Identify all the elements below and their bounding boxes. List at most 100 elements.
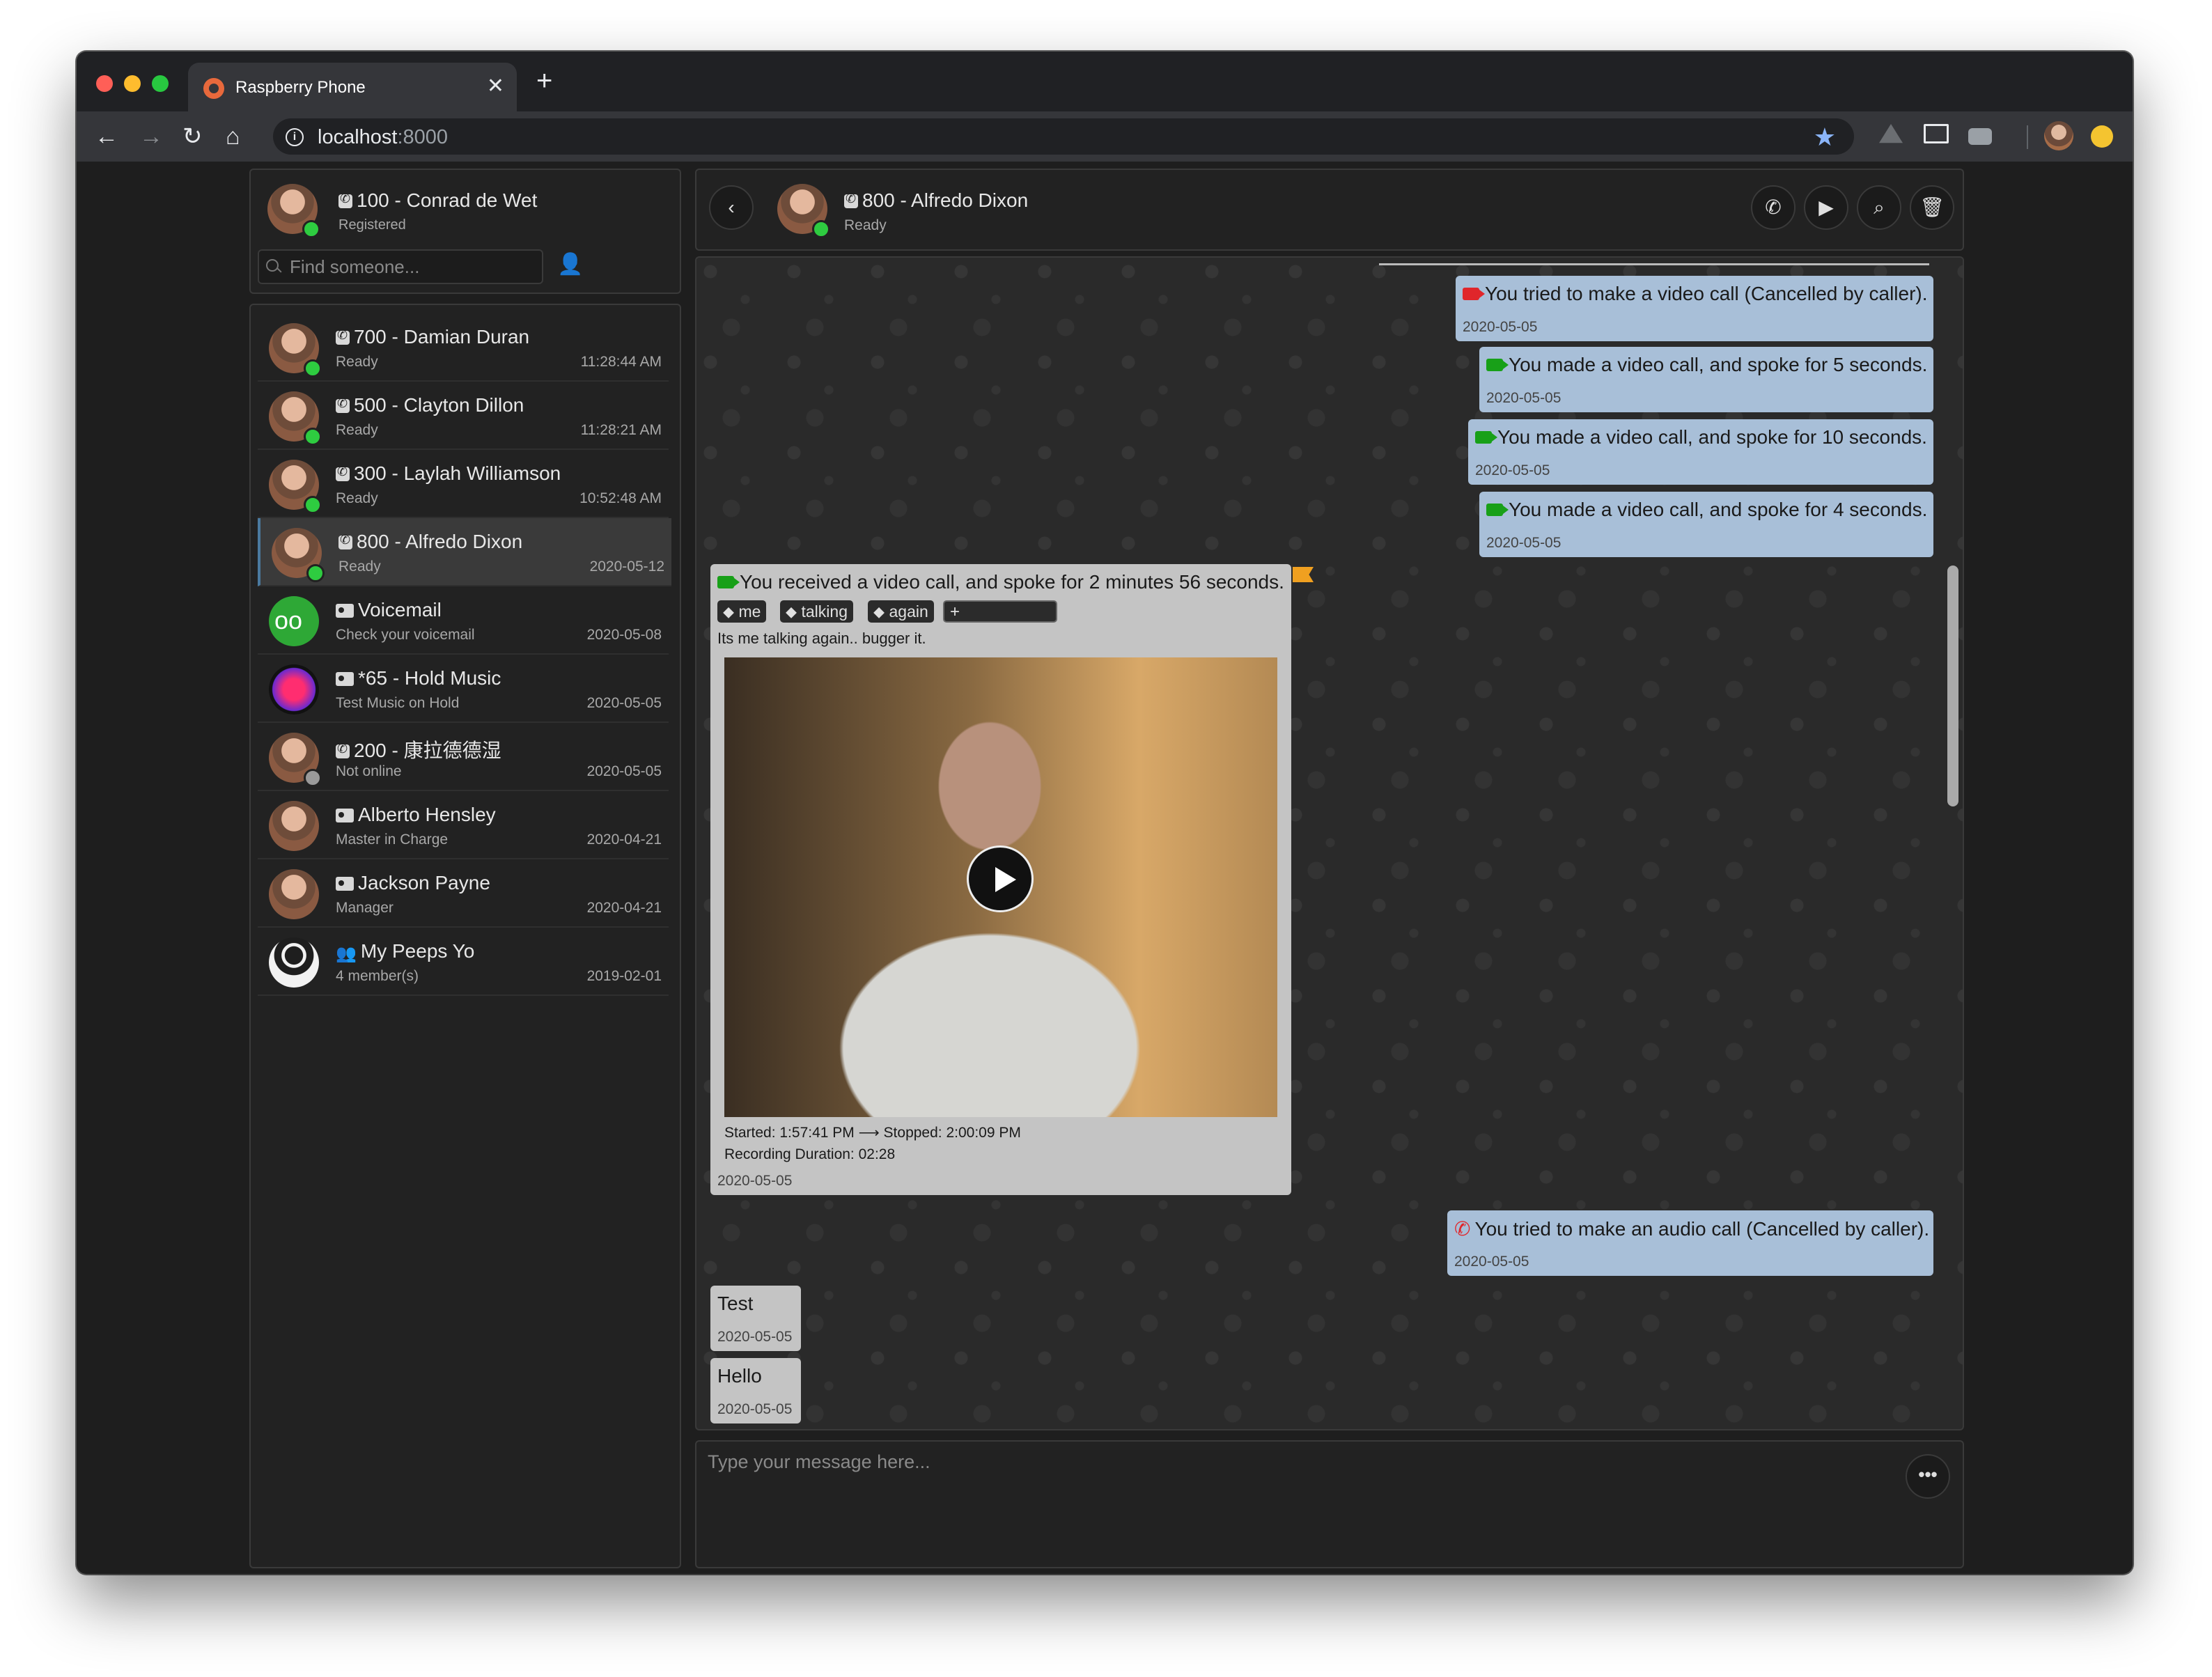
presence-dot (304, 428, 322, 446)
message-bubble-outgoing[interactable]: You made a video call, and spoke for 10 … (1468, 419, 1933, 485)
buddy-item[interactable]: Jackson Payne Manager 2020-04-21 (258, 859, 669, 928)
search-icon (266, 259, 279, 272)
message-tag[interactable]: ⬥ again (868, 600, 934, 623)
add-user-icon[interactable]: 👤 (557, 252, 583, 276)
reload-icon[interactable]: ↻ (182, 123, 203, 150)
buddy-last-activity: 2020-04-21 (586, 832, 662, 848)
message-note: Its me talking again.. bugger it. (717, 630, 926, 647)
printer-extension-icon[interactable] (1968, 128, 1992, 145)
contact-card-icon (336, 604, 354, 618)
message-bubble-outgoing[interactable]: ✆ You tried to make an audio call (Cancel… (1447, 1210, 1933, 1276)
call-recording-video[interactable] (724, 657, 1277, 1117)
buddy-name-text: 200 - 康拉德德湿 (354, 740, 501, 761)
message-bubble-incoming-recording[interactable]: You received a video call, and spoke for… (710, 564, 1291, 1195)
contact-online-dot (812, 220, 830, 238)
message-text: You made a video call, and spoke for 10 … (1475, 426, 1927, 448)
group-avatar (269, 937, 319, 988)
buddy-last-activity: 10:52:48 AM (579, 490, 662, 506)
buddy-last-activity: 2020-05-05 (586, 695, 662, 711)
buddy-name: 800 - Alfredo Dixon (338, 531, 522, 553)
drive-extension-icon[interactable] (1879, 124, 1903, 143)
close-window-button[interactable] (96, 75, 113, 92)
buddy-item[interactable]: 500 - Clayton Dillon Ready 11:28:21 AM (258, 382, 669, 450)
buddy-name: 700 - Damian Duran (336, 326, 529, 348)
message-bubble-incoming[interactable]: Hello 2020-05-05 (710, 1358, 801, 1424)
message-text: You made a video call, and spoke for 4 s… (1486, 499, 1927, 521)
find-someone-search[interactable] (258, 249, 543, 284)
home-icon[interactable]: ⌂ (226, 123, 240, 150)
message-tag[interactable]: ⬥ me (717, 600, 767, 623)
buddy-name-text: *65 - Hold Music (358, 667, 501, 689)
buddy-item[interactable]: 👥 My Peeps Yo 4 member(s) 2019-02-01 (258, 928, 669, 996)
buddy-item[interactable]: 700 - Damian Duran Ready 11:28:44 AM (258, 313, 669, 382)
phone-icon (338, 533, 352, 549)
phone-icon (336, 742, 350, 758)
bookmark-star-icon[interactable]: ★ (1814, 123, 1836, 152)
add-tag-input[interactable]: + (943, 600, 1057, 623)
buddy-name-text: 800 - Alfredo Dixon (357, 531, 523, 552)
profile-avatar[interactable] (2044, 121, 2073, 150)
chat-scrollbar[interactable] (1947, 566, 1958, 806)
site-info-icon[interactable]: i (286, 128, 304, 146)
message-bubble-outgoing[interactable]: You tried to make a video call (Cancelle… (1456, 276, 1933, 341)
music-note-icon (269, 664, 319, 715)
buddy-last-activity: 11:28:44 AM (580, 354, 662, 370)
buddy-item[interactable]: 300 - Laylah Williamson Ready 10:52:48 AM (258, 450, 669, 518)
chat-messages[interactable]: You tried to make a video call (Cancelle… (695, 256, 1964, 1430)
maximize-window-button[interactable] (152, 75, 169, 92)
voicemail-icon: ᴏᴏ (269, 596, 319, 646)
video-call-cancelled-icon (1463, 288, 1485, 300)
flag-icon[interactable] (1293, 567, 1314, 582)
message-bubble-outgoing[interactable]: You made a video call, and spoke for 5 s… (1479, 347, 1933, 412)
recording-times: Started: 1:57:41 PM ⟶ Stopped: 2:00:09 P… (724, 1125, 1021, 1141)
browser-window: Raspberry Phone ✕ + ← → ↻ ⌂ i localhost:… (77, 52, 2133, 1574)
delete-chat-button[interactable]: 🗑 (1910, 185, 1954, 230)
coin-extension-icon[interactable] (2091, 125, 2113, 148)
browser-tab[interactable]: Raspberry Phone ✕ (188, 63, 517, 111)
message-input[interactable] (706, 1450, 1893, 1557)
buddy-last-activity: 2020-05-08 (586, 627, 662, 643)
search-messages-button[interactable]: ⌕ (1857, 185, 1901, 230)
audio-call-cancelled-icon: ✆ (1454, 1218, 1471, 1240)
buddy-name: 200 - 康拉德德湿 (336, 735, 501, 763)
presence-dot (304, 769, 322, 787)
buddy-name: Alberto Hensley (336, 804, 496, 826)
message-date: 2020-05-05 (1486, 535, 1561, 551)
buddy-status: Ready (336, 490, 378, 506)
buddy-last-activity: 2020-04-21 (586, 900, 662, 916)
buddy-item[interactable]: 800 - Alfredo Dixon Ready 2020-05-12 (258, 518, 671, 586)
back-arrow-icon[interactable]: ← (95, 123, 118, 150)
back-chevron-icon[interactable]: ‹ (709, 185, 754, 230)
minimize-window-button[interactable] (124, 75, 141, 92)
buddy-item[interactable]: 200 - 康拉德德湿 Not online 2020-05-05 (258, 723, 669, 791)
cast-screen-icon[interactable] (1924, 124, 1949, 143)
message-bubble-outgoing[interactable]: You made a video call, and spoke for 4 s… (1479, 492, 1933, 557)
video-call-icon (1486, 504, 1509, 516)
forward-arrow-icon[interactable]: → (139, 123, 163, 150)
address-bar[interactable]: i localhost:8000 ★ (273, 118, 1854, 155)
buddy-item[interactable]: Alberto Hensley Master in Charge 2020-04-2… (258, 791, 669, 859)
more-options-icon[interactable]: ••• (1906, 1454, 1950, 1499)
contact-status: Ready (844, 217, 887, 233)
play-icon[interactable] (967, 845, 1034, 912)
buddy-item[interactable]: *65 - Hold Music Test Music on Hold 2020-0… (258, 655, 669, 723)
buddy-name: 👥 My Peeps Yo (336, 940, 474, 964)
contact-card-icon (336, 672, 354, 686)
buddy-item[interactable]: ᴏᴏ Voicemail Check your voicemail 2020-05-0… (258, 586, 669, 655)
my-profile-panel: 100 - Conrad de Wet Registered 👤 (249, 169, 681, 294)
buddy-name: Voicemail (336, 599, 442, 621)
presence-dot (304, 496, 322, 514)
my-name: 100 - Conrad de Wet (338, 189, 537, 212)
search-input[interactable] (288, 255, 535, 279)
buddy-status: Not online (336, 763, 402, 779)
buddy-name-text: Voicemail (358, 599, 442, 621)
audio-call-button[interactable]: ✆ (1751, 185, 1796, 230)
buddy-status: Master in Charge (336, 832, 449, 848)
message-bubble-incoming[interactable]: Test 2020-05-05 (710, 1286, 801, 1351)
video-call-button[interactable]: ▶ (1804, 185, 1848, 230)
new-tab-button[interactable]: + (536, 65, 552, 97)
tab-close-icon[interactable]: ✕ (487, 74, 504, 98)
raspberry-favicon-icon (203, 78, 224, 99)
message-tag[interactable]: ⬥ talking (780, 600, 853, 623)
video-call-icon (1475, 431, 1497, 444)
